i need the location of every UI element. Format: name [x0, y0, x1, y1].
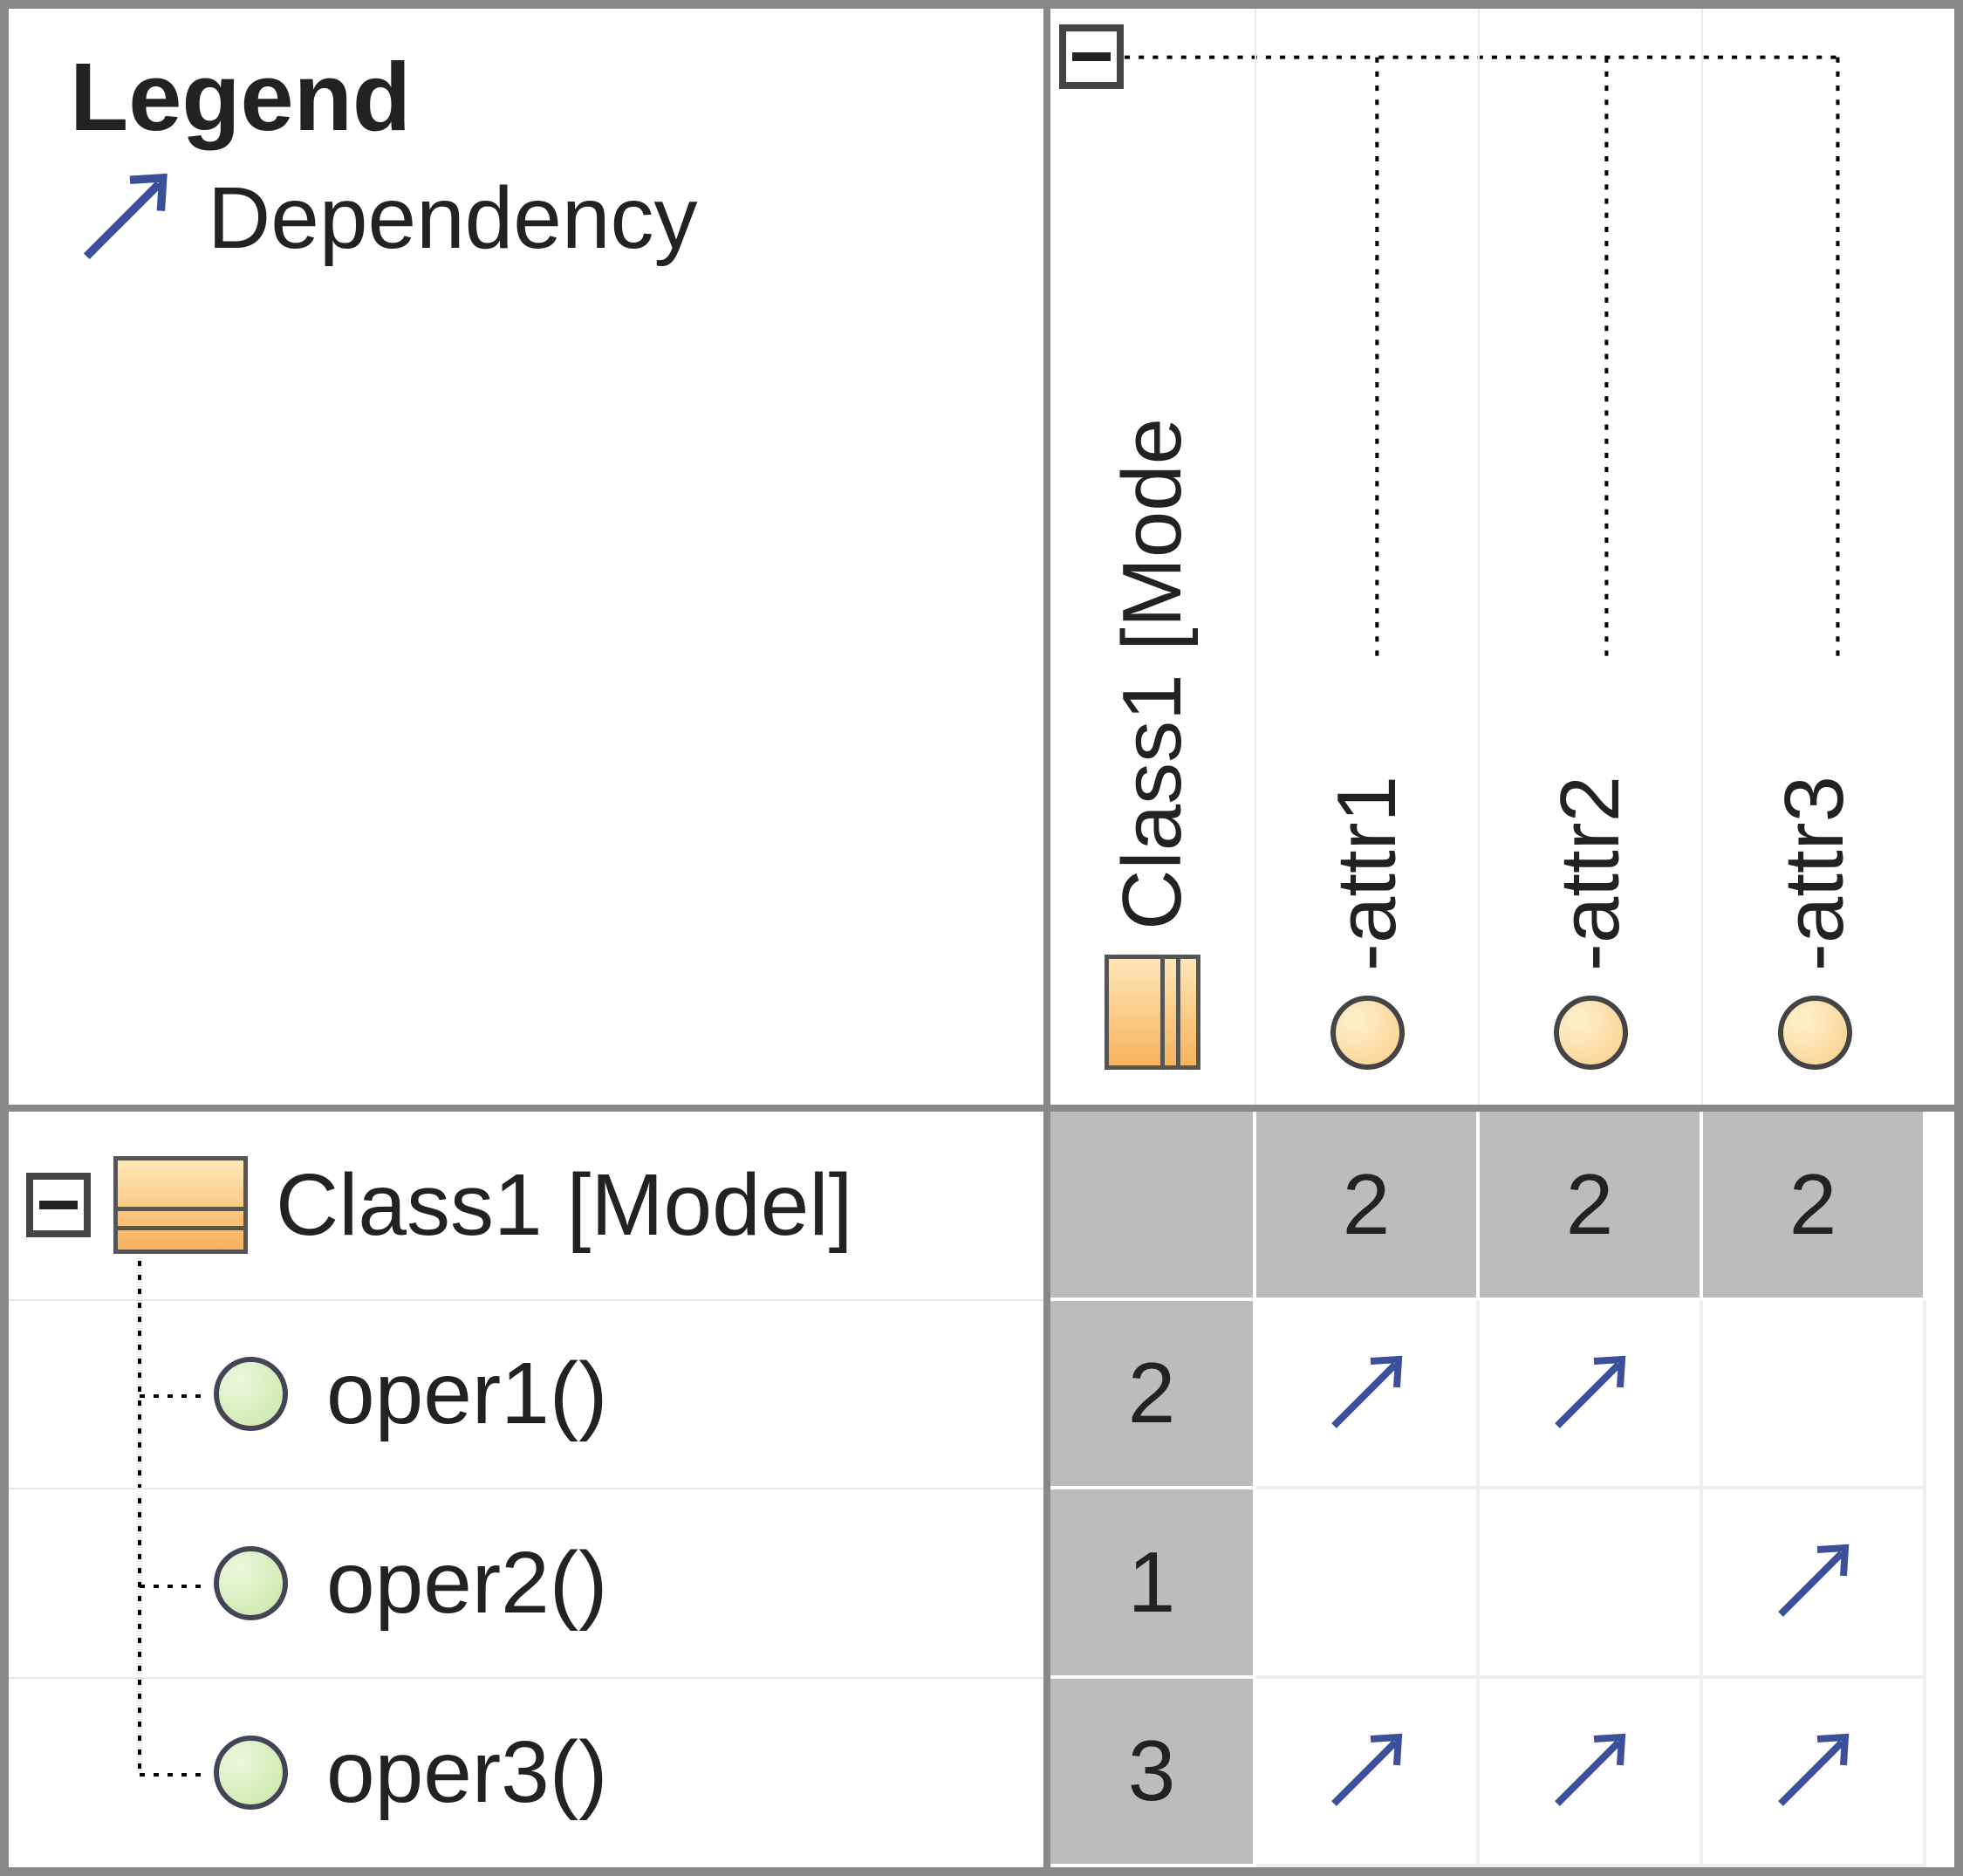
matrix-rowtotal-1: 2	[1050, 1301, 1256, 1490]
column-header-class[interactable]: Class1 [Mode	[1050, 9, 1256, 1105]
column-attr3-label: -attr3	[1767, 776, 1863, 971]
matrix-coltotal-3: 2	[1703, 1112, 1926, 1301]
matrix-cell-1-3[interactable]	[1703, 1301, 1926, 1490]
row-header-oper3[interactable]: oper3()	[9, 1679, 1043, 1868]
matrix-coltotal-2: 2	[1480, 1112, 1703, 1301]
row-oper1-label: oper1()	[326, 1344, 607, 1444]
attribute-icon	[1778, 996, 1852, 1070]
column-attr1-label: -attr1	[1319, 776, 1415, 971]
row-header-oper2[interactable]: oper2()	[9, 1489, 1043, 1679]
column-header-attr3[interactable]: -attr3	[1703, 9, 1926, 1105]
matrix-cell-1-2[interactable]	[1480, 1301, 1703, 1490]
column-header-attr2[interactable]: -attr2	[1480, 9, 1703, 1105]
matrix-cell-3-1[interactable]	[1256, 1679, 1480, 1868]
matrix-cell-2-3[interactable]	[1703, 1489, 1926, 1679]
dependency-arrow-icon	[1765, 1723, 1861, 1819]
row-header-oper1[interactable]: oper1()	[9, 1301, 1043, 1490]
matrix-cell-2-2[interactable]	[1480, 1489, 1703, 1679]
matrix-rowtotal-3: 3	[1050, 1679, 1256, 1868]
dependency-arrow-icon	[1318, 1345, 1414, 1441]
column-header-panel: Class1 [Mode -attr1 -attr2 -attr3	[1047, 9, 1954, 1108]
row-oper3-label: oper3()	[326, 1722, 607, 1823]
operation-icon	[214, 1357, 288, 1431]
column-attr2-label: -attr2	[1542, 776, 1638, 971]
legend-title: Legend	[70, 42, 411, 153]
row-header-class[interactable]: Class1 [Model]	[9, 1112, 1043, 1301]
attribute-icon	[1330, 996, 1405, 1070]
dependency-arrow-icon	[68, 161, 181, 275]
matrix-cell-3-3[interactable]	[1703, 1679, 1926, 1868]
matrix-cell-3-2[interactable]	[1480, 1679, 1703, 1868]
legend-row-dependency: Dependency	[68, 161, 698, 275]
matrix-panel: 2 2 2 2 1 3	[1047, 1108, 1954, 1867]
matrix-rowtotal-2: 1	[1050, 1489, 1256, 1679]
operation-icon	[214, 1736, 288, 1810]
dependency-arrow-icon	[1542, 1345, 1638, 1441]
dependency-arrow-icon	[1765, 1534, 1861, 1630]
column-class-label: Class1 [Mode	[1105, 418, 1200, 930]
class-icon	[1105, 955, 1200, 1070]
matrix-corner	[1050, 1112, 1256, 1301]
dependency-arrow-icon	[1542, 1723, 1638, 1819]
matrix-cell-2-1[interactable]	[1256, 1489, 1480, 1679]
matrix-cell-1-1[interactable]	[1256, 1301, 1480, 1490]
column-header-attr1[interactable]: -attr1	[1256, 9, 1480, 1105]
collapse-toggle-rows[interactable]	[26, 1173, 91, 1237]
matrix-coltotal-1: 2	[1256, 1112, 1480, 1301]
attribute-icon	[1554, 996, 1628, 1070]
operation-icon	[214, 1546, 288, 1620]
legend-panel: Legend Dependency	[9, 9, 1047, 1108]
row-header-panel: Class1 [Model] oper1() oper2() oper3()	[9, 1108, 1047, 1867]
dependency-arrow-icon	[1318, 1723, 1414, 1819]
class-icon	[113, 1156, 248, 1254]
legend-dependency-label: Dependency	[208, 168, 698, 269]
row-oper2-label: oper2()	[326, 1533, 607, 1633]
row-class-label: Class1 [Model]	[276, 1155, 852, 1256]
